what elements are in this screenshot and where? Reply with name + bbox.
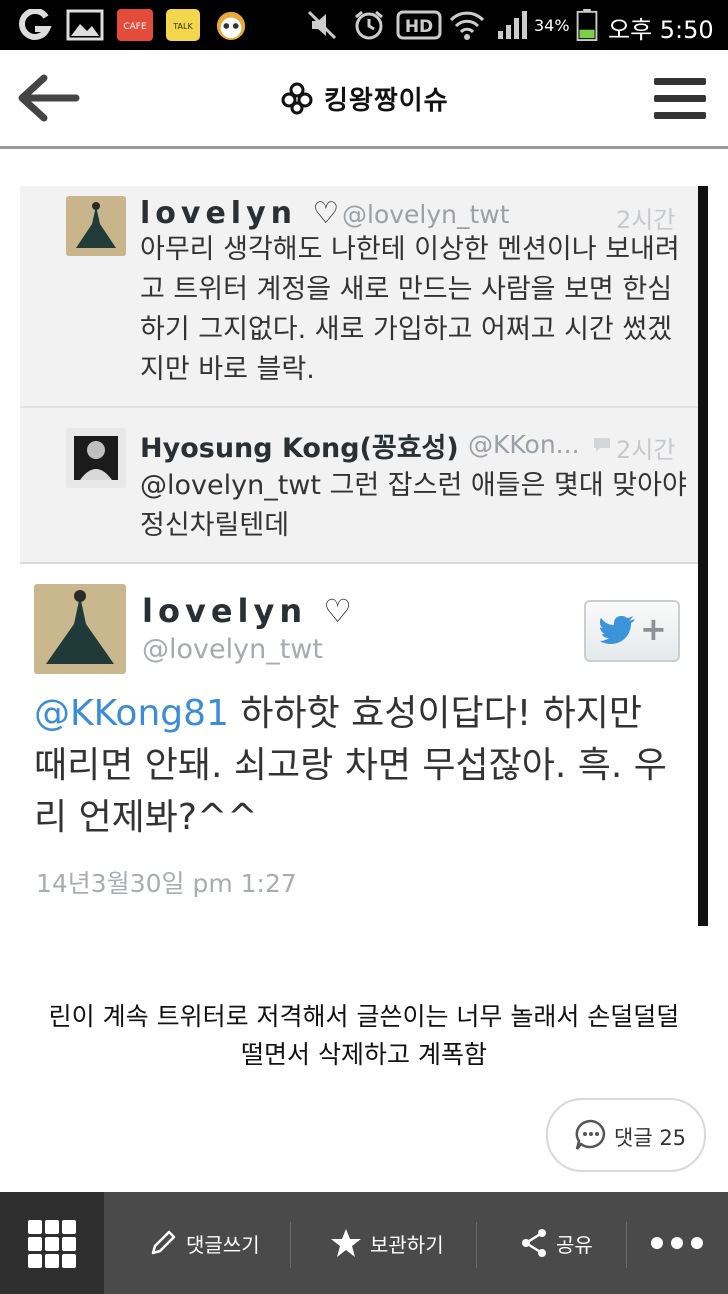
wifi-icon bbox=[449, 11, 485, 40]
signal-icon bbox=[498, 11, 527, 39]
toolbar-divider bbox=[626, 1222, 627, 1268]
reply-text: 아무리 생각해도 나한테 이상한 멘션이나 보내려고 트위터 계정을 새로 만드… bbox=[140, 234, 680, 385]
reply-author-name: lovelyn ♡ bbox=[140, 196, 345, 231]
caption-line: 떨면서 삭제하고 계폭함 bbox=[241, 1040, 487, 1069]
grid-icon bbox=[28, 1254, 42, 1268]
svg-text:HD: HD bbox=[405, 17, 433, 37]
app-header: 킹왕짱이슈 bbox=[0, 50, 728, 149]
more-button[interactable] bbox=[650, 1192, 704, 1294]
grid-menu-button[interactable] bbox=[0, 1192, 104, 1294]
back-arrow-icon[interactable] bbox=[14, 72, 82, 124]
share-icon bbox=[522, 1229, 546, 1257]
battery-icon bbox=[576, 9, 598, 41]
battery-percent: 34% bbox=[534, 16, 570, 35]
avatar bbox=[66, 196, 126, 256]
twitter-bird-icon bbox=[600, 616, 635, 644]
menu-button[interactable] bbox=[654, 76, 710, 120]
save-button[interactable]: 보관하기 bbox=[330, 1192, 444, 1294]
brand-name: 킹왕짱이슈 bbox=[324, 85, 449, 116]
pororo-icon bbox=[216, 11, 246, 41]
hd-icon: HD bbox=[396, 10, 442, 40]
grid-icon bbox=[45, 1220, 59, 1234]
g-icon bbox=[19, 9, 52, 40]
svg-text:CAFE: CAFE bbox=[123, 22, 147, 32]
cafe-icon: CAFE bbox=[117, 9, 153, 41]
comments-count: 댓글 25 bbox=[614, 1126, 687, 1150]
grid-icon bbox=[45, 1254, 59, 1268]
pencil-icon bbox=[151, 1230, 176, 1255]
reply-author-handle: @KKon... bbox=[468, 430, 580, 459]
menu-bar-icon bbox=[654, 95, 706, 102]
comment-bubble-icon bbox=[575, 1119, 606, 1150]
grid-icon bbox=[28, 1220, 42, 1234]
caption-line: 린이 계속 트위터로 저격해서 글쓴이는 너무 놀래서 손덜덜덜 bbox=[48, 1002, 680, 1031]
mute-icon bbox=[307, 10, 337, 40]
write-comment-button[interactable]: 댓글쓰기 bbox=[148, 1192, 260, 1294]
grid-icon bbox=[45, 1237, 59, 1251]
brand-logo[interactable]: 킹왕짱이슈 bbox=[280, 78, 449, 118]
tweet-text: @KKong81 하하핫 효성이답다! 하지만 때리면 안돼. 쇠고랑 차면 무… bbox=[34, 688, 684, 844]
avatar bbox=[66, 428, 126, 488]
more-dots-icon bbox=[651, 1237, 703, 1249]
alarm-icon bbox=[355, 10, 383, 40]
reply-tweet: Hyosung Kong(꽁효성) @KKon... 2시간 @lovelyn_… bbox=[20, 408, 698, 564]
reply-time: 2시간 bbox=[616, 436, 676, 464]
toolbar-divider bbox=[290, 1222, 291, 1268]
reply-thread: lovelyn ♡ @lovelyn_twt 2시간 아무리 생각해도 나한테 … bbox=[20, 186, 698, 564]
star-icon bbox=[331, 1229, 361, 1257]
reply-text: @lovelyn_twt 그런 잡스런 애들은 몇대 맞아야 정신차릴텐데 bbox=[140, 470, 687, 541]
bottom-toolbar: 댓글쓰기 보관하기 공유 bbox=[0, 1192, 728, 1294]
menu-bar-icon bbox=[654, 78, 706, 85]
svg-text:TALK: TALK bbox=[172, 22, 193, 31]
follow-plus: + bbox=[640, 610, 667, 648]
grid-icon bbox=[62, 1237, 76, 1251]
tweet-mention: @KKong81 bbox=[34, 693, 229, 734]
save-label: 보관하기 bbox=[370, 1232, 444, 1257]
reply-tweet: lovelyn ♡ @lovelyn_twt 2시간 아무리 생각해도 나한테 … bbox=[20, 186, 698, 408]
grid-icon bbox=[62, 1220, 76, 1234]
tweet-date: 14년3월30일 pm 1:27 bbox=[36, 869, 297, 898]
write-comment-label: 댓글쓰기 bbox=[186, 1232, 260, 1257]
grid-icon bbox=[28, 1237, 42, 1251]
reply-bubble-icon bbox=[594, 438, 610, 452]
follow-button[interactable]: + bbox=[584, 600, 680, 662]
reply-author-handle: @lovelyn_twt bbox=[342, 200, 510, 229]
comments-button[interactable]: 댓글 25 bbox=[546, 1098, 706, 1172]
gallery-icon bbox=[66, 9, 104, 41]
share-label: 공유 bbox=[556, 1232, 593, 1257]
tweet-author-name: lovelyn ♡ bbox=[142, 592, 357, 630]
menu-bar-icon bbox=[654, 112, 706, 119]
reply-author-name: Hyosung Kong(꽁효성) bbox=[140, 433, 459, 464]
avatar bbox=[34, 584, 126, 674]
share-button[interactable]: 공유 bbox=[520, 1192, 593, 1294]
status-time: 오후 5:50 bbox=[608, 16, 714, 44]
status-bar: CAFE TALK HD 34% 오후 5:50 bbox=[0, 0, 728, 50]
toolbar-divider bbox=[476, 1222, 477, 1268]
brand-flower-icon bbox=[281, 82, 313, 115]
talk-icon: TALK bbox=[166, 9, 200, 41]
tweet-author-handle: @lovelyn_twt bbox=[142, 634, 323, 665]
post-caption: 린이 계속 트위터로 저격해서 글쓴이는 너무 놀래서 손덜덜덜 떨면서 삭제하… bbox=[0, 998, 728, 1074]
tweet-screenshot: lovelyn ♡ @lovelyn_twt 2시간 아무리 생각해도 나한테 … bbox=[20, 186, 708, 926]
grid-icon bbox=[62, 1254, 76, 1268]
screenshot-edge bbox=[698, 186, 708, 926]
